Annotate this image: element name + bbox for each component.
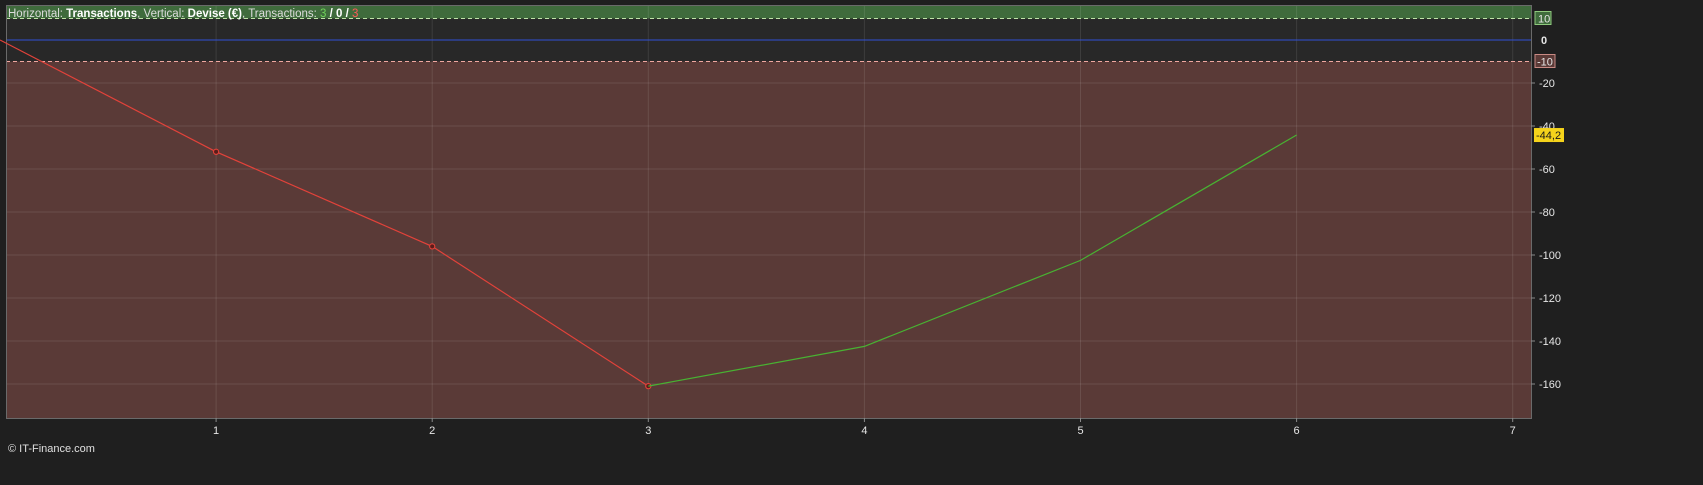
header-separator: , (242, 8, 246, 20)
y-tick-label: -60 (1539, 164, 1555, 176)
x-tick-label: 1 (213, 425, 219, 437)
y-tick-label: -80 (1539, 207, 1555, 219)
count-slash: / (345, 8, 349, 20)
y-tick-label: -20 (1539, 78, 1555, 90)
y-tick-label: -100 (1539, 250, 1561, 262)
x-tick-label: 6 (1294, 425, 1300, 437)
y-tick-label: -120 (1539, 293, 1561, 305)
horizontal-label: Horizontal: (8, 8, 63, 20)
chart-canvas: 1 2 3 4 5 6 7-20-40-60-80-100-120-140-160010-1… (0, 5, 1564, 437)
winning-count: 3 (320, 8, 327, 20)
equity-chart: 1 2 3 4 5 6 7 -20 -40 -60 -80 -100 -120 -140 -160 0 10 -1… (0, 0, 1703, 480)
chart-header: Horizontal: Transactions, Vertical: Devi… (8, 7, 358, 21)
vertical-value: Devise (€) (187, 8, 242, 20)
header-separator: , (137, 8, 141, 20)
losing-point-marker (429, 243, 436, 250)
horizontal-value: Transactions (66, 8, 138, 20)
y-tick-label: -140 (1539, 336, 1561, 348)
losing-point-marker (212, 148, 220, 155)
vertical-label: Vertical: (143, 8, 185, 20)
x-tick-label: 5 (1077, 425, 1083, 437)
profit-threshold-label: 10 (1538, 14, 1550, 26)
last-value-label: -44,2 (1536, 130, 1561, 142)
x-tick-label: 3 (645, 425, 651, 437)
copyright-credit: © IT-Finance.com (8, 443, 95, 455)
losing-count: 3 (352, 8, 359, 20)
y-tick-label-zero: 0 (1541, 35, 1547, 47)
count-slash: / (329, 8, 333, 20)
x-tick-label: 7 (1510, 425, 1516, 437)
transactions-label: Transactions: (248, 8, 317, 20)
loss-threshold-label: -10 (1537, 57, 1553, 69)
x-tick-label: 4 (861, 425, 867, 437)
x-tick-label: 2 (429, 425, 435, 437)
y-tick-label: -160 (1539, 379, 1561, 391)
neutral-count: 0 (336, 8, 343, 20)
